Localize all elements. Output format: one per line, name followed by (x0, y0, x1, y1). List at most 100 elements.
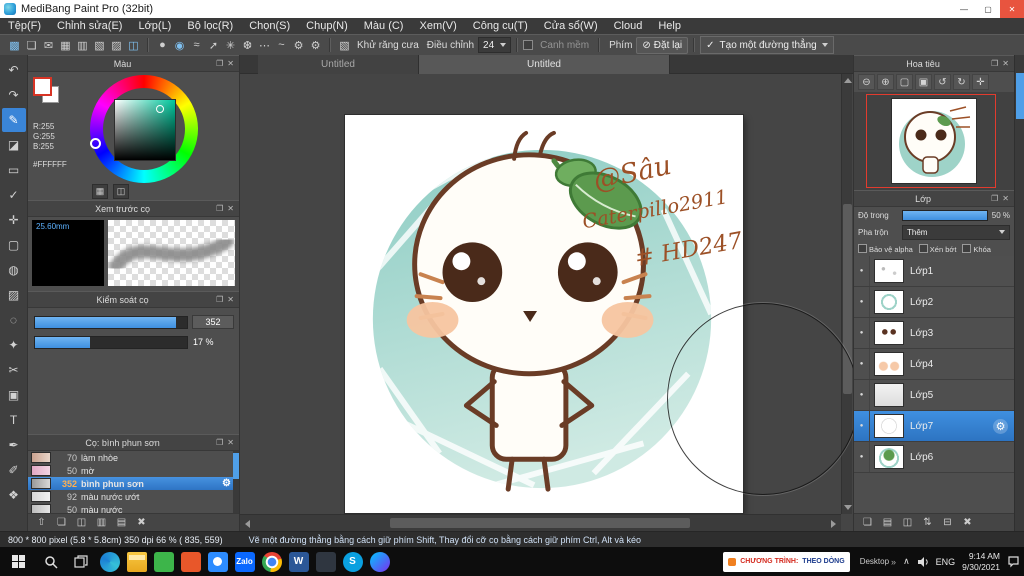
comment-icon[interactable]: ✉ (40, 37, 57, 53)
brush-list-item[interactable]: 50 mờ (28, 464, 239, 477)
desktop-label[interactable]: Desktop » (860, 557, 896, 567)
layer-row-selected[interactable]: ● Lớp7 ⚙ (854, 411, 1014, 442)
reset-button[interactable]: ⊘ Đặt lại (636, 36, 689, 54)
right-panel-scrollbar[interactable] (1014, 55, 1024, 531)
popout-icon[interactable]: ❐ (991, 59, 998, 68)
menu-color[interactable]: Màu (C) (356, 18, 412, 34)
scroll-left-arrow[interactable] (245, 520, 250, 528)
layer-folder-icon[interactable]: ▤ (881, 517, 894, 528)
close-panel-icon[interactable]: ✕ (1002, 194, 1009, 203)
layer-visibility-icon[interactable]: ● (854, 411, 870, 441)
hue-marker[interactable] (90, 138, 101, 149)
menu-snap[interactable]: Chụp(N) (298, 18, 356, 34)
taskbar-app-zoom[interactable] (204, 547, 231, 576)
layer-row[interactable]: ● Lớp1 (854, 256, 1014, 287)
wand-tool-icon[interactable]: ✦ (2, 333, 26, 357)
layer-row[interactable]: ● Lớp5 (854, 380, 1014, 411)
close-panel-icon[interactable]: ✕ (227, 438, 234, 447)
action-center-icon[interactable] (1007, 555, 1020, 568)
lock-checkbox[interactable] (962, 243, 972, 253)
stabilizer-icon[interactable]: ≈ (188, 37, 205, 53)
maximize-button[interactable]: ▢ (976, 0, 1000, 18)
pen-tool-icon[interactable]: ✒ (2, 433, 26, 457)
tool-settings-icon[interactable]: ⚙ (307, 37, 324, 53)
move-tool-icon[interactable]: ✛ (2, 208, 26, 232)
brush-list-item[interactable]: 70 làm nhòe (28, 451, 239, 464)
zoom-in-icon[interactable]: ⊕ (877, 74, 894, 90)
layer-visibility-icon[interactable]: ● (854, 380, 870, 410)
layer-row[interactable]: ● Lớp3 (854, 318, 1014, 349)
canvas-area[interactable]: Untitled Untitled @Sâu Caterpillo2911 # … (240, 55, 853, 531)
material-panel-icon[interactable]: ▨ (108, 37, 125, 53)
correction-icon[interactable]: ➚ (205, 37, 222, 53)
saturation-value-square[interactable] (114, 99, 176, 161)
brush-soft-icon[interactable]: ● (154, 37, 171, 53)
new-canvas-icon[interactable]: ▩ (6, 37, 23, 53)
menu-file[interactable]: Tệp(F) (0, 18, 49, 34)
language-indicator[interactable]: ENG (936, 557, 956, 567)
navigator-view-rect[interactable] (866, 94, 996, 188)
canvas-horizontal-scrollbar[interactable] (240, 514, 841, 531)
scroll-up-arrow[interactable] (844, 78, 852, 83)
redo-icon[interactable]: ↷ (2, 83, 26, 107)
undo-icon[interactable]: ↶ (2, 58, 26, 82)
brush-list-item[interactable]: 92 màu nước ướt (28, 490, 239, 503)
taskbar-app-explorer[interactable] (123, 547, 150, 576)
popout-icon[interactable]: ❐ (216, 438, 223, 447)
taskbar-app-edge[interactable] (96, 547, 123, 576)
merge-layer-icon[interactable]: ⊟ (941, 517, 954, 528)
layer-visibility-icon[interactable]: ● (854, 256, 870, 286)
scissors-tool-icon[interactable]: ✂ (2, 358, 26, 382)
marquee-tool-icon[interactable]: ▭ (2, 158, 26, 182)
taskbar-app-messenger[interactable] (366, 547, 393, 576)
brush-folder-icon[interactable]: ▤ (115, 517, 128, 528)
close-button[interactable]: ✕ (1000, 0, 1024, 18)
menu-view[interactable]: Xem(V) (411, 18, 464, 34)
delete-layer-icon[interactable]: ✖ (961, 517, 974, 528)
taskbar-app-skype[interactable]: S (339, 547, 366, 576)
brush-size-slider[interactable] (34, 316, 188, 329)
brush-size-value[interactable]: 352 (192, 315, 234, 329)
duplicate-layer-icon[interactable]: ◫ (901, 517, 914, 528)
menu-window[interactable]: Cửa sổ(W) (536, 18, 606, 34)
sv-marker[interactable] (156, 105, 164, 113)
brush-tool-icon[interactable]: ✎ (1, 108, 26, 132)
start-button[interactable] (0, 547, 36, 576)
speaker-icon[interactable] (917, 556, 929, 568)
layer-visibility-icon[interactable]: ● (854, 318, 870, 348)
shape-tool-icon[interactable]: ▢ (2, 233, 26, 257)
blend-mode-dropdown[interactable]: Thêm (902, 224, 1010, 240)
brush-settings-icon[interactable]: ⚙ (290, 37, 307, 53)
snowflake-brush-icon[interactable]: ❆ (239, 37, 256, 53)
popout-icon[interactable]: ❐ (216, 295, 223, 304)
minimize-button[interactable]: — (952, 0, 976, 18)
close-panel-icon[interactable]: ✕ (227, 59, 234, 68)
commit-tool-icon[interactable]: ✓ (2, 183, 26, 207)
duplicate-brush-icon[interactable]: ◫ (75, 517, 88, 528)
zoom-out-icon[interactable]: ⊖ (858, 74, 875, 90)
hand-tool-icon[interactable]: ❖ (2, 483, 26, 507)
brush-list-item-selected[interactable]: 352 bình phun sơn ⚙ (28, 477, 239, 490)
menu-filter[interactable]: Bộ lọc(R) (179, 18, 241, 34)
document-tab-active[interactable]: Untitled (419, 55, 670, 74)
new-layer-icon[interactable]: ❏ (861, 517, 874, 528)
menu-layer[interactable]: Lớp(L) (130, 18, 179, 34)
close-panel-icon[interactable]: ✕ (1002, 59, 1009, 68)
eyedropper-tool-icon[interactable]: ✐ (2, 458, 26, 482)
opacity-slider[interactable] (902, 209, 988, 221)
scroll-down-arrow[interactable] (844, 505, 852, 510)
window-split-icon[interactable]: ◫ (125, 37, 142, 53)
pages-icon[interactable]: ▥ (74, 37, 91, 53)
menu-select[interactable]: Chọn(S) (241, 18, 298, 34)
palette-icon[interactable]: ▦ (92, 184, 108, 199)
popout-icon[interactable]: ❐ (991, 194, 998, 203)
lock-option[interactable]: Khóa (962, 243, 991, 254)
color-sliders-icon[interactable]: ◫ (113, 184, 129, 199)
move-layer-icon[interactable]: ⇅ (921, 517, 934, 528)
rotate-left-icon[interactable]: ↺ (934, 74, 951, 90)
layer-visibility-icon[interactable]: ● (854, 287, 870, 317)
fill-tool-icon[interactable]: ◍ (2, 258, 26, 282)
horizontal-scroll-thumb[interactable] (390, 518, 690, 528)
brush-settings-gear-icon[interactable]: ⚙ (222, 478, 231, 489)
task-view-button[interactable] (66, 547, 96, 576)
